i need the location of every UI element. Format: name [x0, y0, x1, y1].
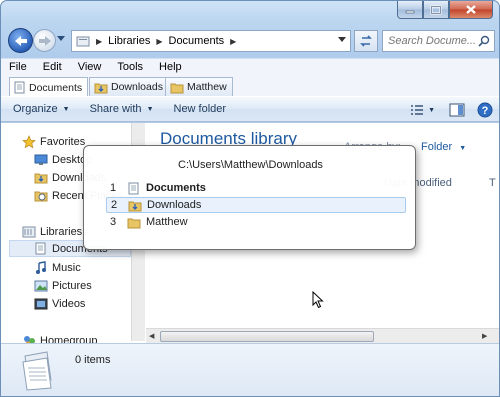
- pictures-icon: [34, 280, 48, 291]
- close-icon: [466, 5, 476, 14]
- tab-strip: Documents Downloads Matthew: [1, 76, 499, 97]
- chevron-right-icon[interactable]: ▶: [156, 37, 162, 46]
- tab-switcher-popup: C:\Users\Matthew\Downloads 1 Documents 2…: [83, 145, 416, 250]
- back-arrow-icon: [14, 35, 27, 46]
- new-folder-button[interactable]: New folder: [162, 103, 235, 115]
- document-icon: [14, 81, 25, 94]
- navigation-bar: ▶ Libraries ▶ Documents ▶: [1, 27, 499, 55]
- maximize-icon: [430, 5, 442, 14]
- videos-icon: [34, 298, 48, 309]
- help-icon[interactable]: ?: [477, 102, 493, 118]
- mouse-cursor-icon: [312, 291, 324, 309]
- popup-item-documents[interactable]: 1 Documents: [106, 180, 406, 196]
- recent-pages-dropdown-icon[interactable]: [57, 36, 65, 42]
- sidebar-item-libraries[interactable]: Libraries: [21, 223, 82, 240]
- close-button[interactable]: [449, 1, 493, 19]
- tab-documents[interactable]: Documents: [9, 77, 89, 97]
- view-controls: ▼ ?: [409, 102, 493, 118]
- organize-button[interactable]: Organize ▼: [1, 103, 78, 115]
- minimize-icon: [405, 10, 415, 13]
- chevron-down-icon: ▼: [459, 145, 467, 152]
- details-pane: 0 items: [1, 343, 499, 396]
- search-box[interactable]: [382, 30, 495, 52]
- popup-item-matthew[interactable]: 3 Matthew: [106, 214, 406, 230]
- sidebar-item-videos[interactable]: Videos: [33, 295, 85, 312]
- svg-text:?: ?: [482, 105, 489, 117]
- breadcrumb: ▶ Libraries ▶ Documents ▶: [90, 35, 242, 47]
- chevron-down-icon: ▼: [62, 105, 70, 113]
- menu-view[interactable]: View: [70, 59, 110, 76]
- chevron-down-icon: ▼: [146, 105, 154, 113]
- forward-arrow-icon: [38, 35, 51, 46]
- search-input[interactable]: [388, 35, 478, 47]
- menu-file[interactable]: File: [1, 59, 35, 76]
- library-folder-icon: [76, 36, 90, 47]
- breadcrumb-documents[interactable]: Documents: [169, 35, 225, 47]
- address-dropdown-icon[interactable]: [338, 37, 346, 43]
- menu-tools[interactable]: Tools: [109, 59, 151, 76]
- scroll-right-icon[interactable]: ▶: [482, 332, 487, 340]
- command-bar: Organize ▼ Share with ▼ New folder ▼ ?: [1, 96, 499, 122]
- chevron-down-icon[interactable]: ▼: [428, 107, 435, 114]
- recent-places-icon: [34, 191, 48, 202]
- preview-pane-icon[interactable]: [449, 103, 465, 117]
- item-count: 0 items: [75, 354, 111, 366]
- tab-matthew[interactable]: Matthew: [165, 77, 233, 96]
- forward-button[interactable]: [33, 29, 56, 52]
- menu-help[interactable]: Help: [151, 59, 190, 76]
- column-header-type[interactable]: T: [489, 177, 496, 189]
- folder-icon: [127, 218, 141, 228]
- libraries-icon: [22, 226, 36, 238]
- tab-downloads[interactable]: Downloads: [89, 77, 169, 96]
- refresh-icon: [360, 35, 372, 47]
- horizontal-scrollbar[interactable]: ◀ ▶: [146, 328, 499, 343]
- music-icon: [36, 260, 46, 274]
- address-bar[interactable]: ▶ Libraries ▶ Documents ▶: [71, 30, 351, 52]
- share-with-button[interactable]: Share with ▼: [78, 103, 162, 115]
- sidebar-item-music[interactable]: Music: [33, 259, 81, 276]
- arrange-by-dropdown[interactable]: Folder ▼: [421, 141, 466, 153]
- refresh-button[interactable]: [354, 30, 378, 52]
- star-icon: [22, 134, 36, 148]
- search-icon[interactable]: [478, 35, 490, 47]
- document-icon: [128, 182, 139, 194]
- library-icon: [22, 351, 52, 391]
- view-options-icon[interactable]: [409, 103, 425, 117]
- menu-bar: File Edit View Tools Help: [1, 58, 499, 76]
- chevron-right-icon: ▶: [96, 36, 103, 46]
- scroll-left-icon[interactable]: ◀: [149, 332, 154, 340]
- maximize-button[interactable]: [423, 1, 449, 19]
- popup-path: C:\Users\Matthew\Downloads: [178, 159, 323, 171]
- downloads-folder-icon: [34, 173, 48, 184]
- scrollbar-thumb[interactable]: [160, 331, 374, 342]
- chevron-right-icon[interactable]: ▶: [230, 37, 236, 46]
- breadcrumb-libraries[interactable]: Libraries: [108, 35, 150, 47]
- minimize-button[interactable]: [397, 1, 423, 19]
- desktop-icon: [34, 154, 48, 165]
- menu-edit[interactable]: Edit: [35, 59, 70, 76]
- downloads-folder-icon: [94, 83, 108, 93]
- folder-icon: [170, 83, 184, 93]
- caption-buttons: [397, 1, 493, 19]
- sidebar-item-favorites[interactable]: Favorites: [21, 133, 85, 150]
- sidebar-item-pictures[interactable]: Pictures: [33, 277, 92, 294]
- back-button[interactable]: [8, 28, 33, 53]
- downloads-folder-icon: [128, 201, 142, 211]
- popup-item-downloads[interactable]: 2 Downloads: [106, 197, 406, 213]
- document-icon: [35, 242, 46, 255]
